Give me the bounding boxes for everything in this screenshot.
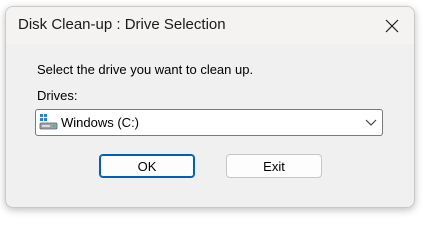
instruction-text: Select the drive you want to clean up.	[37, 62, 254, 77]
drives-label: Drives:	[37, 88, 78, 103]
disk-cleanup-dialog: Disk Clean-up : Drive Selection Select t…	[5, 6, 415, 208]
ok-button[interactable]: OK	[99, 154, 195, 178]
title-bar: Disk Clean-up : Drive Selection	[6, 7, 414, 44]
chevron-down-icon	[365, 119, 377, 126]
window-title: Disk Clean-up : Drive Selection	[18, 16, 226, 33]
close-button[interactable]	[370, 7, 414, 44]
drive-icon	[39, 114, 58, 130]
exit-button[interactable]: Exit	[226, 154, 322, 178]
close-icon	[385, 19, 399, 32]
drive-select[interactable]: Windows (C:)	[35, 109, 383, 136]
selected-drive: Windows (C:)	[61, 115, 140, 130]
